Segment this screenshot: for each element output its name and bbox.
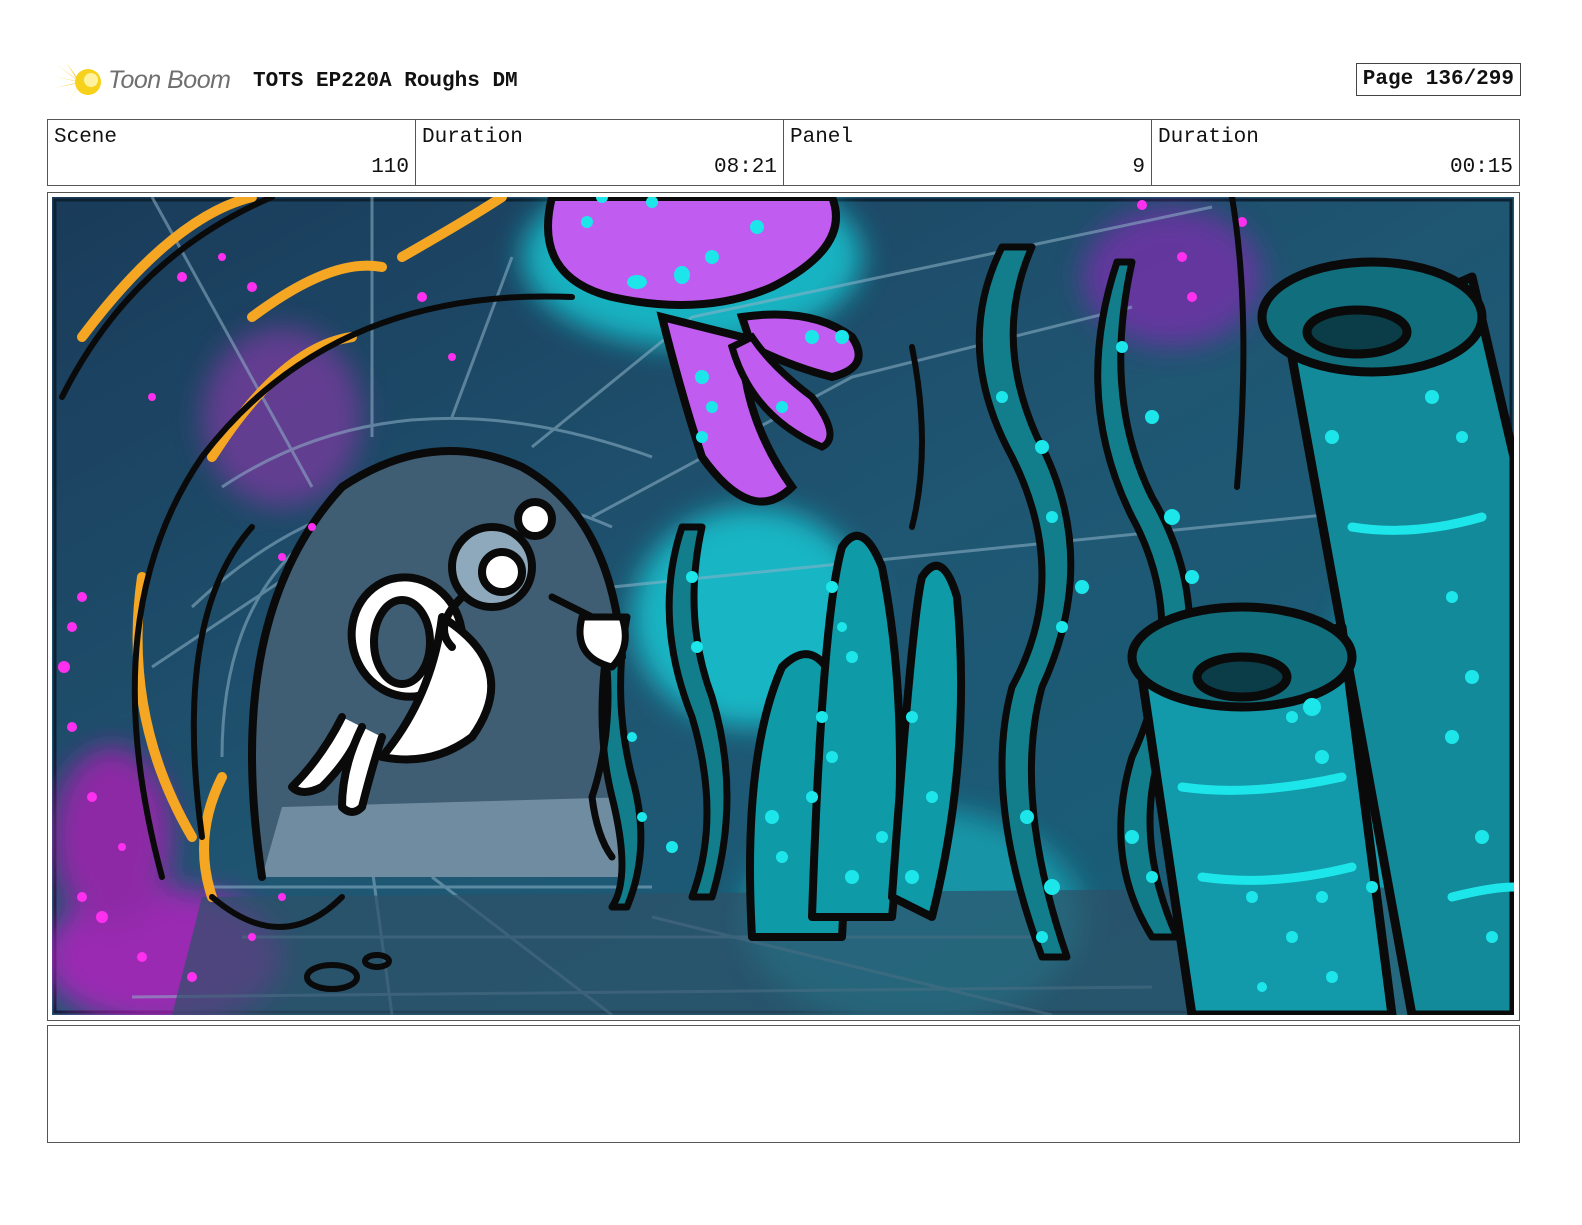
logo-text: Toon Boom (108, 66, 231, 94)
page-number: Page 136/299 (1355, 63, 1521, 96)
scene-info-table: Scene 110 Duration 08:21 Panel 9 Duratio… (47, 119, 1520, 186)
document-title: TOTS EP220A Roughs DM (253, 70, 518, 93)
panel-cell: Panel 9 (784, 120, 1152, 185)
scene-value: 110 (371, 156, 409, 179)
panel-label: Panel (790, 126, 854, 149)
scene-duration-value: 08:21 (713, 156, 777, 179)
starburst-icon (54, 62, 101, 104)
toon-boom-logo: Toon Boom (52, 58, 242, 106)
scene-cell: Scene 110 (48, 120, 416, 185)
storyboard-drawing (52, 197, 1514, 1015)
panel-duration-label: Duration (1158, 126, 1259, 149)
storyboard-panel (47, 192, 1520, 1021)
panel-value: 9 (1132, 156, 1145, 179)
scene-duration-cell: Duration 08:21 (416, 120, 784, 185)
scene-label: Scene (54, 126, 118, 149)
panel-duration-cell: Duration 00:15 (1152, 120, 1519, 185)
scene-duration-label: Duration (422, 126, 523, 149)
panel-duration-value: 00:15 (1449, 156, 1513, 179)
panel-notes-box (47, 1025, 1520, 1143)
page-header: Toon Boom TOTS EP220A Roughs DM Page 136… (48, 56, 1521, 108)
